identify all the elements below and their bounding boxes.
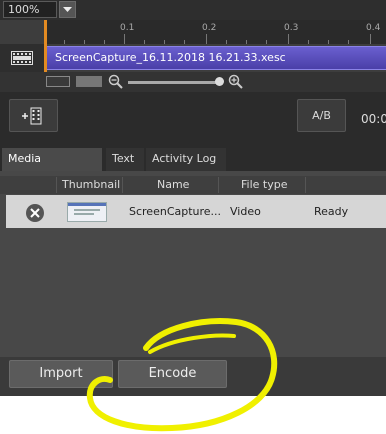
- tab-label: Activity Log: [152, 152, 217, 165]
- ruler-tick: [164, 40, 165, 44]
- ruler-tick: [348, 40, 349, 44]
- column-divider[interactable]: [305, 177, 306, 193]
- import-button[interactable]: Import: [9, 360, 113, 388]
- thumbnail-detail: [74, 209, 100, 211]
- fit-view-icon[interactable]: [46, 76, 70, 87]
- ruler-tick: [184, 40, 185, 44]
- column-header-thumbnail[interactable]: Thumbnail: [62, 178, 120, 191]
- ruler-tick: [104, 40, 105, 44]
- timeline-ruler[interactable]: 0.1 0.2 0.3 0.4: [44, 20, 386, 44]
- ruler-tick-label: 0.4: [366, 23, 381, 33]
- remove-icon[interactable]: [26, 204, 44, 222]
- thumbnail-detail: [74, 213, 94, 215]
- row-file-type: Video: [230, 205, 261, 218]
- ruler-tick: [266, 40, 267, 44]
- ruler-tick: [226, 40, 227, 44]
- row-status: Ready: [314, 205, 349, 218]
- ruler-tick: [84, 40, 85, 44]
- timeline-clip[interactable]: ScreenCapture_16.11.2018 16.21.33.xesc: [46, 46, 386, 70]
- tab-activity-log[interactable]: Activity Log: [146, 148, 226, 171]
- timecode-display: 00:0: [361, 112, 386, 126]
- ruler-tick: [246, 40, 247, 44]
- table-header: [0, 176, 386, 194]
- zoom-select[interactable]: 100%: [3, 1, 57, 18]
- add-film-icon: [22, 107, 42, 125]
- app-window: 100% 0.1 0.2 0.3 0.4 ScreenCapture_16.11…: [0, 0, 386, 396]
- zoom-out-icon[interactable]: [108, 74, 124, 94]
- ruler-tick-label: 0.1: [120, 23, 135, 33]
- tab-media-content[interactable]: Media Content×: [2, 148, 102, 187]
- ruler-tick: [308, 40, 309, 44]
- zoom-slider-track[interactable]: [128, 81, 222, 84]
- encode-button[interactable]: Encode: [118, 360, 227, 388]
- track-height-icon[interactable]: [76, 76, 102, 87]
- tab-label: Text: [112, 152, 135, 165]
- row-name: ScreenCapture...: [129, 205, 222, 218]
- thumbnail-detail: [68, 203, 106, 206]
- film-strip-icon: [11, 51, 33, 65]
- ruler-tick: [206, 34, 207, 44]
- column-divider[interactable]: [218, 177, 219, 193]
- top-strip: [0, 0, 386, 20]
- ruler-tick: [144, 40, 145, 44]
- ruler-tick: [124, 34, 125, 44]
- video-track-header: [0, 44, 44, 72]
- column-divider[interactable]: [56, 177, 57, 193]
- zoom-slider-handle[interactable]: [215, 77, 224, 86]
- ruler-tick: [328, 40, 329, 44]
- add-media-button[interactable]: [9, 99, 58, 132]
- ruler-tick-label: 0.3: [284, 23, 299, 33]
- tab-text[interactable]: Text: [106, 148, 144, 171]
- column-divider[interactable]: [122, 177, 123, 193]
- ruler-tick-label: 0.2: [202, 23, 217, 33]
- ab-compare-button[interactable]: A/B: [297, 99, 346, 132]
- zoom-in-icon[interactable]: [228, 74, 244, 94]
- ruler-tick: [370, 34, 371, 44]
- column-header-name[interactable]: Name: [157, 178, 189, 191]
- chevron-down-icon[interactable]: [59, 1, 76, 18]
- ruler-tick: [288, 34, 289, 44]
- column-header-file-type[interactable]: File type: [241, 178, 287, 191]
- playhead[interactable]: [44, 20, 47, 72]
- ruler-tick: [64, 40, 65, 44]
